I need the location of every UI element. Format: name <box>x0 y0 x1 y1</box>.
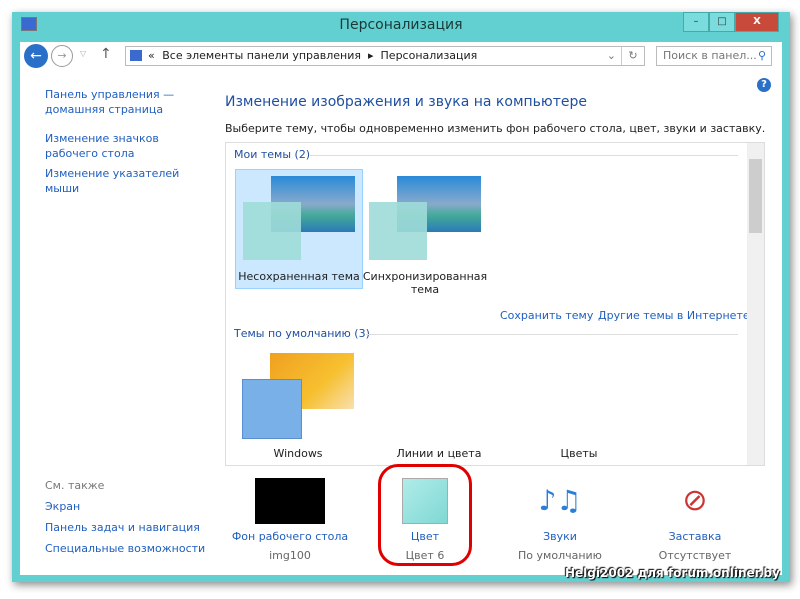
help-icon[interactable]: ? <box>757 78 771 92</box>
theme-label: Несохраненная тема <box>238 270 360 283</box>
sounds-item[interactable]: ♪♫ Звуки По умолчанию <box>495 478 625 562</box>
item-value: Отсутствует <box>658 549 732 562</box>
nav-desktop-icons[interactable]: Изменение значков рабочего стола <box>45 131 205 161</box>
nav-taskbar[interactable]: Панель задач и навигация <box>45 520 200 535</box>
more-themes-link[interactable]: Другие темы в Интернете <box>598 309 750 322</box>
breadcrumb-personalization[interactable]: Персонализация <box>381 49 478 62</box>
breadcrumb-separator-icon[interactable]: ▸ <box>365 49 378 62</box>
theme-label: Цветы <box>560 447 598 460</box>
scrollbar[interactable] <box>747 143 764 465</box>
see-also-label: См. также <box>45 479 105 492</box>
item-value: img100 <box>269 549 311 562</box>
search-input[interactable]: Поиск в панел... ⚲ <box>656 46 772 66</box>
theme-unsaved[interactable]: Несохраненная тема <box>235 169 363 289</box>
watermark: Helgi2002 для forum.onliner.by <box>565 566 780 580</box>
window-title: Персонализация <box>339 17 463 33</box>
address-dropdown-icon[interactable]: ⌄ <box>607 47 616 65</box>
back-button[interactable]: ← <box>24 44 48 68</box>
up-button[interactable]: ↑ <box>100 46 112 62</box>
divider <box>310 155 738 156</box>
save-theme-link[interactable]: Сохранить тему <box>500 309 593 322</box>
client-area: ← → ▽ ↑ « Все элементы панели управления… <box>20 42 782 575</box>
page-heading: Изменение изображения и звука на компьют… <box>225 94 587 110</box>
item-label: Заставка <box>668 530 722 543</box>
nav-accessibility[interactable]: Специальные возможности <box>45 541 205 556</box>
screensaver-item[interactable]: ⊘ Заставка Отсутствует <box>630 478 760 562</box>
nav-display[interactable]: Экран <box>45 499 80 514</box>
breadcrumb-all-items[interactable]: Все элементы панели управления <box>162 49 361 62</box>
search-icon[interactable]: ⚲ <box>758 47 766 65</box>
highlight-circle <box>378 464 472 566</box>
window: Персонализация – □ X ← → ▽ ↑ « Все элеме… <box>12 12 790 582</box>
theme-flowers[interactable]: Цветы <box>516 347 642 460</box>
control-panel-icon <box>130 50 142 61</box>
close-button[interactable]: X <box>735 12 779 32</box>
address-bar[interactable]: « Все элементы панели управления ▸ Персо… <box>125 46 645 66</box>
theme-label: Линии и цвета <box>396 447 482 460</box>
minimize-button[interactable]: – <box>683 12 709 32</box>
desktop-background-item[interactable]: Фон рабочего стола img100 <box>225 478 355 562</box>
color-swatch <box>242 379 302 439</box>
maximize-button[interactable]: □ <box>709 12 735 32</box>
path-prefix: « <box>148 49 155 62</box>
refresh-button[interactable]: ↻ <box>621 47 644 65</box>
group-my-themes: Мои темы (2) <box>234 148 311 161</box>
page-description: Выберите тему, чтобы одновременно измени… <box>225 122 766 135</box>
color-item[interactable]: Цвет Цвет 6 <box>360 464 490 566</box>
nav-home[interactable]: Панель управления — домашняя страница <box>45 87 185 117</box>
theme-label: Синхронизированная тема <box>362 270 488 296</box>
item-label: Звуки <box>543 530 577 543</box>
recent-dropdown-icon[interactable]: ▽ <box>80 49 86 58</box>
scrollbar-thumb[interactable] <box>749 159 762 233</box>
group-default-themes: Темы по умолчанию (3) <box>234 327 370 340</box>
search-placeholder: Поиск в панел... <box>663 49 757 62</box>
nav-mouse-pointers[interactable]: Изменение указателей мыши <box>45 166 215 196</box>
theme-windows[interactable]: Windows <box>235 347 361 460</box>
divider <box>366 334 738 335</box>
item-value: По умолчанию <box>518 549 602 562</box>
screensaver-icon: ⊘ <box>682 483 708 518</box>
item-label: Фон рабочего стола <box>231 530 349 543</box>
theme-synced[interactable]: Синхронизированная тема <box>362 170 488 296</box>
sounds-icon: ♪♫ <box>538 484 582 517</box>
color-swatch <box>243 202 301 260</box>
forward-button[interactable]: → <box>51 45 73 67</box>
color-swatch <box>369 202 427 260</box>
themes-list: Мои темы (2) Несохраненная тема Синхрони… <box>225 142 765 466</box>
background-thumb <box>255 478 325 524</box>
theme-lines-colors[interactable]: Линии и цвета <box>376 347 502 460</box>
theme-label: Windows <box>273 447 323 460</box>
